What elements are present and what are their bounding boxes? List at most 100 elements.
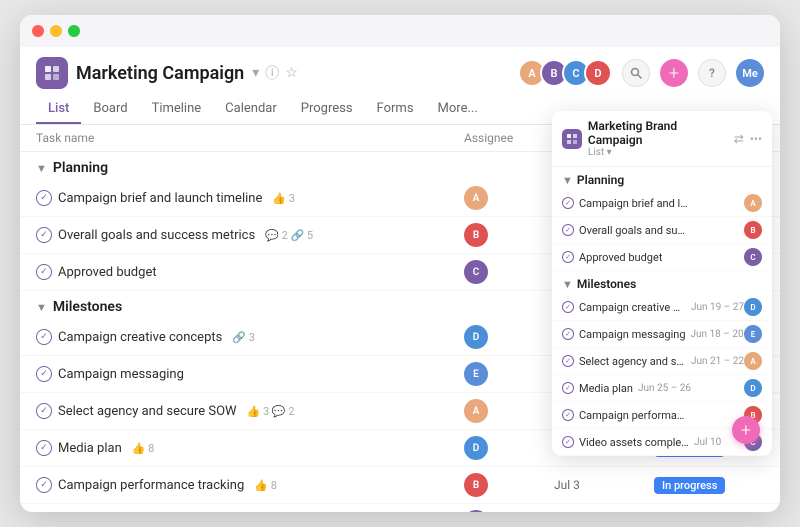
project-icon xyxy=(36,57,68,89)
tab-board[interactable]: Board xyxy=(81,95,139,124)
assignee-cell: A xyxy=(464,399,554,423)
fp-task-left: ✓ Media plan Jun 25 – 26 xyxy=(562,382,744,395)
fp-subtitle: List ▾ xyxy=(588,147,734,158)
tab-list[interactable]: List xyxy=(36,95,81,124)
header-top: Marketing Campaign ▾ ⓘ ☆ A B C D xyxy=(36,57,764,89)
due-date-cell: Jul 3 xyxy=(554,478,654,492)
fp-task-left: ✓ Campaign creative con... Jun 19 – 27 xyxy=(562,301,744,314)
fp-check-icon: ✓ xyxy=(562,355,574,367)
title-actions: ▾ ⓘ ☆ xyxy=(252,63,298,83)
dropdown-arrow[interactable]: ▾ xyxy=(252,65,259,81)
task-name-cell: ✓ Campaign creative concepts 🔗 3 xyxy=(36,329,464,345)
fp-task-row[interactable]: ✓ Approved budget C xyxy=(552,244,772,271)
fp-project-icon xyxy=(562,129,582,149)
section-milestones-label: Milestones xyxy=(53,299,122,315)
assignee-cell: B xyxy=(464,223,554,247)
task-name-cell: ✓ Overall goals and success metrics 💬 2 … xyxy=(36,227,464,243)
fp-check-icon: ✓ xyxy=(562,224,574,236)
task-name: Campaign brief and launch timeline xyxy=(58,191,262,206)
fp-task-row[interactable]: ✓ Select agency and sec... Jun 21 – 22 A xyxy=(552,348,772,375)
assignee-cell: D xyxy=(464,325,554,349)
help-button[interactable]: ? xyxy=(698,59,726,87)
star-icon[interactable]: ☆ xyxy=(285,65,298,81)
task-meta: 👍 3 💬 2 xyxy=(247,405,295,418)
fp-actions: ⇄ ••• xyxy=(734,132,762,146)
assignee-cell: A xyxy=(464,186,554,210)
task-meta: 👍 8 xyxy=(132,442,155,455)
col-assignee: Assignee xyxy=(464,131,554,145)
fp-task-row[interactable]: ✓ Overall goals and success metrics B xyxy=(552,217,772,244)
check-icon[interactable]: ✓ xyxy=(36,264,52,280)
fp-task-left: ✓ Overall goals and success metrics xyxy=(562,224,744,237)
fp-avatar: A xyxy=(744,194,762,212)
assignee-avatar: D xyxy=(464,325,488,349)
minimize-button[interactable] xyxy=(50,25,62,37)
fp-task-row[interactable]: ✓ Campaign brief and launch timeline A xyxy=(552,190,772,217)
assignee-cell: C xyxy=(464,510,554,512)
fp-filter-icon[interactable]: ⇄ xyxy=(734,132,744,146)
fp-task-left: ✓ Approved budget xyxy=(562,251,744,264)
fp-task-date: Jun 25 – 26 xyxy=(638,383,691,394)
check-icon[interactable]: ✓ xyxy=(36,227,52,243)
task-name: Campaign creative concepts xyxy=(58,330,222,345)
fp-task-date: Jun 21 – 22 xyxy=(691,356,744,367)
fp-task-name: Campaign messaging xyxy=(579,328,686,341)
add-button[interactable]: + xyxy=(660,59,688,87)
header-right: A B C D + ? Me xyxy=(524,59,764,87)
tab-more[interactable]: More... xyxy=(426,95,490,124)
fp-title-text: Marketing Brand Campaign List ▾ xyxy=(588,119,734,158)
fp-chevron-icon: ▼ xyxy=(562,278,573,291)
fp-avatar: C xyxy=(744,248,762,266)
check-icon[interactable]: ✓ xyxy=(36,440,52,456)
fp-task-date: Jun 19 – 27 xyxy=(691,302,744,313)
task-meta: 🔗 3 xyxy=(232,331,255,344)
tab-timeline[interactable]: Timeline xyxy=(140,95,214,124)
main-window: Marketing Campaign ▾ ⓘ ☆ A B C D xyxy=(20,15,780,512)
task-name-cell: ✓ Campaign messaging xyxy=(36,366,464,382)
check-icon[interactable]: ✓ xyxy=(36,329,52,345)
fp-task-left: ✓ Campaign brief and launch timeline xyxy=(562,197,744,210)
maximize-button[interactable] xyxy=(68,25,80,37)
project-title: Marketing Campaign xyxy=(76,63,244,84)
check-icon[interactable]: ✓ xyxy=(36,190,52,206)
fp-title: Marketing Brand Campaign xyxy=(588,119,734,147)
fp-add-button[interactable]: + xyxy=(732,416,760,444)
user-avatar[interactable]: Me xyxy=(736,59,764,87)
task-meta: 💬 2 🔗 5 xyxy=(265,229,313,242)
search-button[interactable] xyxy=(622,59,650,87)
fp-task-left: ✓ Video assets completed Jul 10 xyxy=(562,436,744,449)
fp-task-name: Overall goals and success metrics xyxy=(579,224,689,237)
task-name-cell: ✓ Campaign brief and launch timeline 👍 3 xyxy=(36,190,464,206)
task-name-cell: ✓ Campaign performance tracking 👍 8 xyxy=(36,477,464,493)
tab-progress[interactable]: Progress xyxy=(289,95,365,124)
fp-task-row[interactable]: ✓ Media plan Jun 25 – 26 D xyxy=(552,375,772,402)
info-icon[interactable]: ⓘ xyxy=(265,63,279,83)
tab-forms[interactable]: Forms xyxy=(365,95,426,124)
fp-title-area: Marketing Brand Campaign List ▾ xyxy=(562,119,734,158)
fp-task-row[interactable]: ✓ Campaign creative con... Jun 19 – 27 D xyxy=(552,294,772,321)
assignee-avatar: A xyxy=(464,399,488,423)
assignee-avatar: C xyxy=(464,510,488,512)
fp-task-name: Campaign brief and launch timeline xyxy=(579,197,689,210)
check-icon[interactable]: ✓ xyxy=(36,366,52,382)
assignee-avatar: E xyxy=(464,362,488,386)
task-name: Select agency and secure SOW xyxy=(58,404,237,419)
fp-check-icon: ✓ xyxy=(562,436,574,448)
fp-task-left: ✓ Campaign messaging Jun 18 – 20 xyxy=(562,328,744,341)
fp-task-row[interactable]: ✓ Campaign messaging Jun 18 – 20 E xyxy=(552,321,772,348)
fp-section-planning-label: Planning xyxy=(577,173,624,187)
assignee-avatar: C xyxy=(464,260,488,284)
check-icon[interactable]: ✓ xyxy=(36,403,52,419)
close-button[interactable] xyxy=(32,25,44,37)
fp-section-planning: ▼ Planning xyxy=(552,167,772,190)
tab-calendar[interactable]: Calendar xyxy=(213,95,289,124)
task-name-cell: ✓ Select agency and secure SOW 👍 3 💬 2 xyxy=(36,403,464,419)
task-name-cell: ✓ Media plan 👍 8 xyxy=(36,440,464,456)
traffic-lights xyxy=(32,25,80,37)
check-icon[interactable]: ✓ xyxy=(36,477,52,493)
table-row[interactable]: ✓ Campaign performance tracking 👍 8 B Ju… xyxy=(20,467,780,504)
table-row[interactable]: ✓ Video assets completed C Jul 10 Not st… xyxy=(20,504,780,512)
fp-task-date: Jun 18 – 20 xyxy=(691,329,744,340)
fp-more-icon[interactable]: ••• xyxy=(750,132,762,146)
status-cell: In progress xyxy=(654,477,764,494)
